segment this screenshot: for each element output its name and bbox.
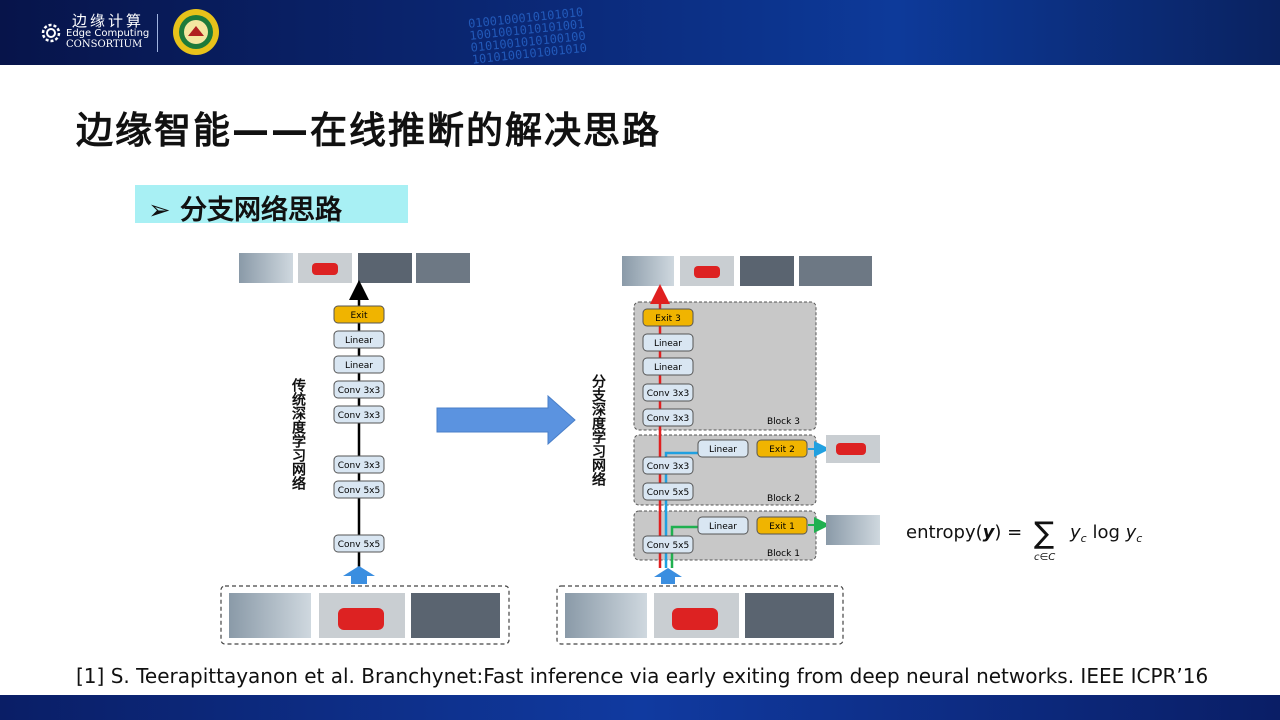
transform-arrow-icon [436, 394, 576, 446]
exit-1-output-image [826, 515, 880, 545]
exit-layer-label: Exit [350, 311, 368, 321]
left-output-images [239, 253, 470, 283]
conv-layer-label: Conv 3x3 [338, 386, 380, 396]
output-image-traffic [799, 256, 872, 286]
conv-layer-label: Conv 5x5 [338, 540, 380, 550]
linear-layer-label: Linear [654, 339, 682, 349]
linear-layer-label: Linear [345, 361, 373, 371]
left-vertical-label: 传统深度学习网络 [290, 377, 307, 491]
conv-layer-label: Conv 5x5 [647, 488, 689, 498]
block-1-label: Block 1 [767, 549, 800, 559]
svg-text:yc log yc: yc log yc [1069, 522, 1142, 545]
reference-citation: [1] S. Teerapittayanon et al. Branchynet… [76, 664, 1209, 688]
svg-text:entropy(y) =: entropy(y) = [906, 522, 1022, 543]
conv-layer-label: Conv 5x5 [338, 486, 380, 496]
input-image [229, 593, 311, 638]
input-image-traffic [411, 593, 500, 638]
conv-layer-label: Conv 3x3 [647, 389, 689, 399]
exit-2-label: Exit 2 [769, 445, 795, 455]
conv-layer-label: Conv 3x3 [338, 411, 380, 421]
conv-layer-label: Conv 3x3 [338, 461, 380, 471]
block-2-label: Block 2 [767, 494, 800, 504]
branchynet-diagram: Exit Linear Linear Conv 3x3 Conv 3x3 Con… [220, 253, 1142, 645]
right-output-images [622, 256, 872, 286]
exit-3-label: Exit 3 [655, 314, 681, 324]
conv-layer-label: Conv 5x5 [647, 541, 689, 551]
footer-banner [0, 695, 1280, 720]
output-image [622, 256, 674, 286]
linear-layer-label: Linear [345, 336, 373, 346]
input-arrow-icon [654, 568, 682, 584]
svg-text:∑: ∑ [1034, 516, 1054, 551]
branch-2-linear-label: Linear [709, 445, 737, 455]
input-image-traffic [745, 593, 834, 638]
output-image [239, 253, 293, 283]
svg-text:c∈C: c∈C [1034, 552, 1055, 563]
output-image-traffic [416, 253, 470, 283]
exit-1-label: Exit 1 [769, 522, 795, 532]
linear-layer-label: Linear [654, 363, 682, 373]
block-3-label: Block 3 [767, 417, 800, 427]
input-image [565, 593, 647, 638]
entropy-formula: entropy(y) = ∑ c∈C yc log yc [906, 516, 1142, 563]
output-image-traffic [740, 256, 794, 286]
input-arrow-icon [343, 566, 375, 584]
conv-layer-label: Conv 3x3 [647, 414, 689, 424]
output-image-traffic [358, 253, 412, 283]
right-vertical-label: 分支深度学习网络 [590, 374, 607, 487]
branch-1-linear-label: Linear [709, 522, 737, 532]
conv-layer-label: Conv 3x3 [647, 462, 689, 472]
